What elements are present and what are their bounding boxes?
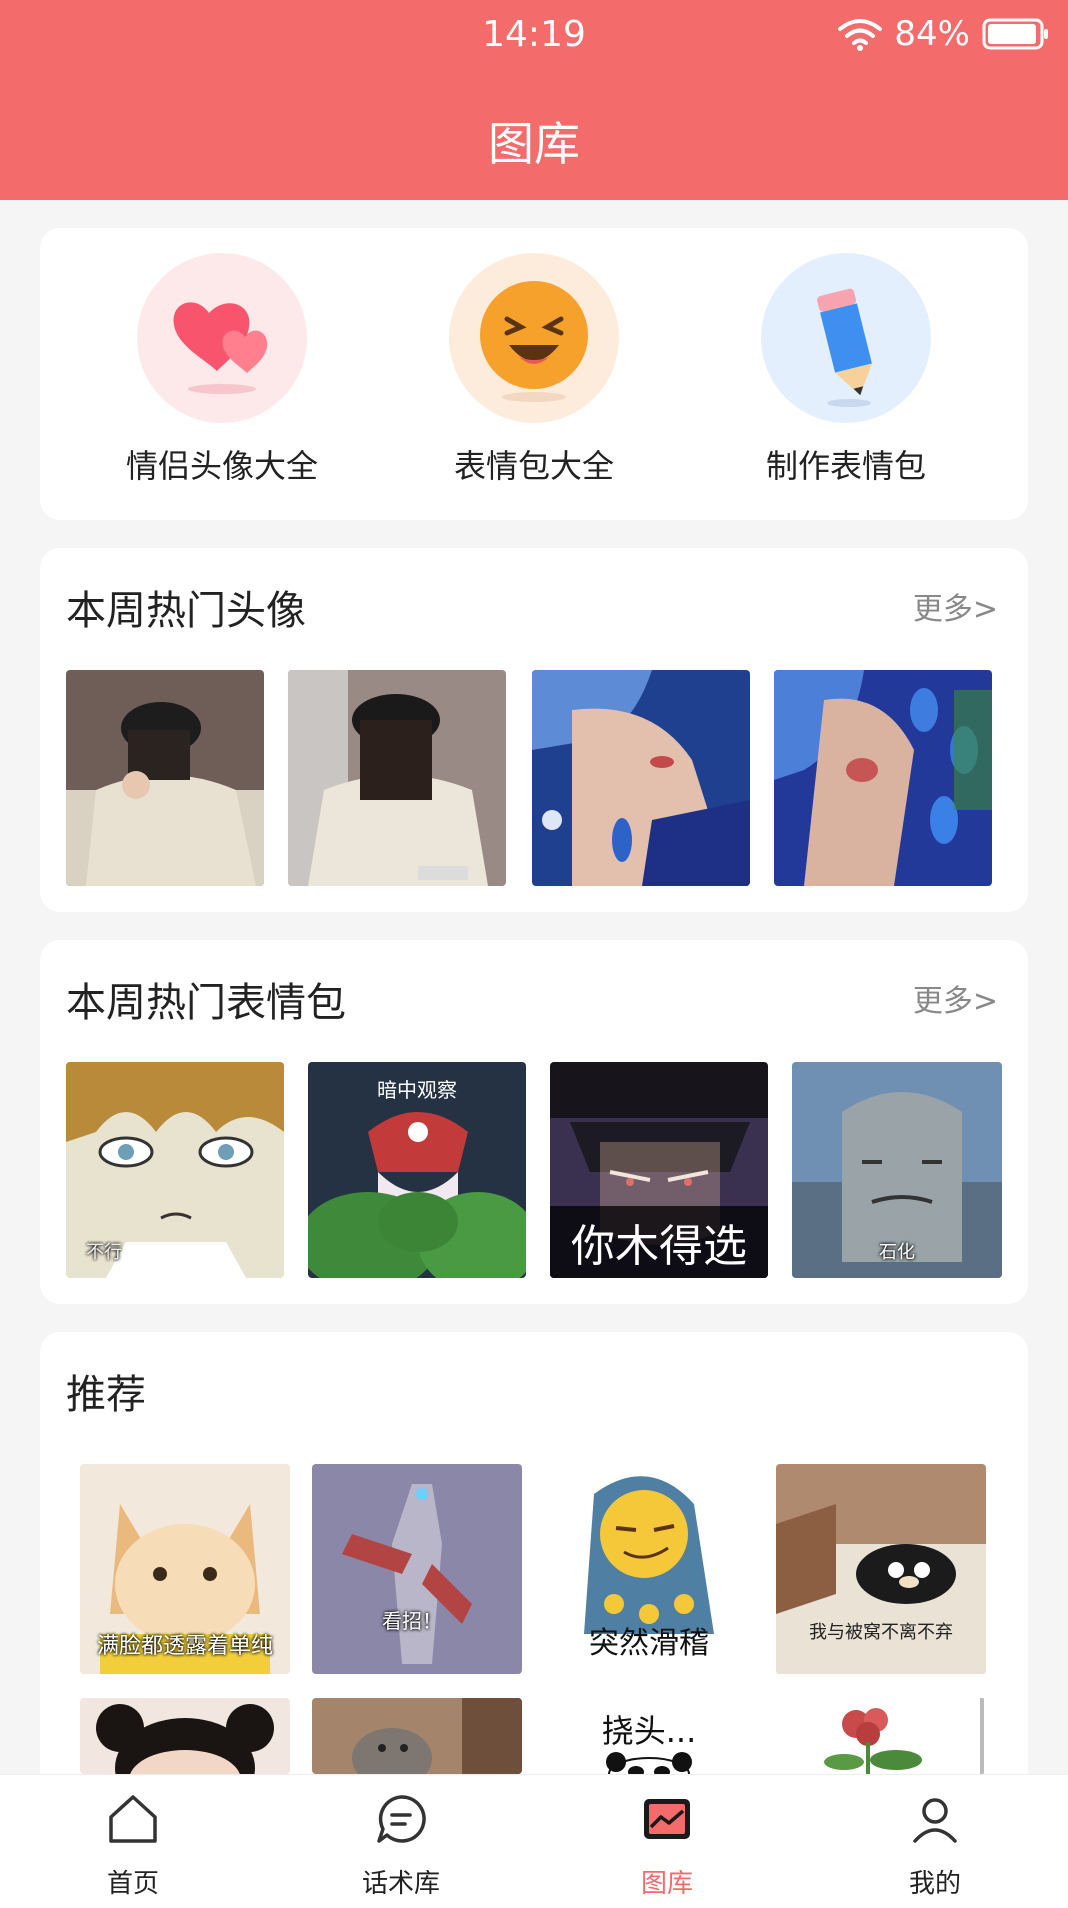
category-card: 情侣头像大全 表情包大全 制作表情包 [40,228,1028,520]
gallery-icon [644,1799,690,1839]
avatar-thumb[interactable] [66,670,264,886]
category-couple-avatars[interactable]: 情侣头像大全 [92,253,352,487]
avatar-image [774,670,992,886]
hearts-icon [137,253,307,423]
sticker-caption: 石化 [879,1242,915,1263]
hot-stickers-section: 本周热门表情包 更多> 不行 暗中观察 你木得选 石化 [40,940,1028,1304]
recommend-caption: 满脸都透露着单纯 [96,1634,273,1659]
status-indicators: 84% [838,14,1050,54]
section-title: 本周热门表情包 [66,980,346,1026]
avatar-image [288,670,506,886]
laughing-emoji-icon [449,253,619,423]
recommend-image [312,1698,522,1774]
recommend-image [80,1698,290,1774]
page-title: 图库 [488,117,580,171]
avatar-image [66,670,264,886]
recommend-caption: 我与被窝不离不弃 [809,1622,953,1643]
recommend-caption: 看招！ [382,1609,442,1633]
tab-profile[interactable]: 我的 [860,1793,1010,1900]
battery-percent: 84% [894,14,970,54]
recommend-thumb[interactable]: 突然滑稽 [544,1464,754,1674]
tab-label: 图库 [640,1869,693,1899]
recommend-image [312,1464,522,1674]
section-title: 推荐 [66,1372,146,1418]
recommend-thumb[interactable] [80,1698,290,1774]
recommend-thumb[interactable] [312,1698,522,1774]
chat-bubble-icon [377,1795,426,1843]
avatar-thumb[interactable] [532,670,750,886]
tab-scripts[interactable]: 话术库 [326,1793,476,1900]
bottom-tab-bar: 首页 话术库 图库 我的 [0,1774,1068,1908]
pencil-icon [761,253,931,423]
recommend-caption: 挠头... [601,1712,697,1750]
section-title: 本周热门头像 [66,588,306,634]
sticker-thumb[interactable]: 石化 [792,1062,1002,1278]
more-link[interactable]: 更多> [913,976,998,1020]
recommend-thumb[interactable]: 看招！ [312,1464,522,1674]
profile-icon [913,1798,957,1843]
recommend-image [824,1698,984,1774]
tab-label: 首页 [106,1869,159,1899]
avatar-thumb[interactable] [288,670,506,886]
avatar-image [532,670,750,886]
tab-label: 话术库 [361,1869,440,1899]
recommend-thumb[interactable]: 满脸都透露着单纯 [80,1464,290,1674]
tab-gallery[interactable]: 图库 [592,1793,742,1900]
hot-avatars-section: 本周热门头像 更多> [40,548,1028,912]
avatar-thumb[interactable] [774,670,992,886]
category-label: 情侣头像大全 [125,447,318,485]
category-label: 制作表情包 [765,447,926,485]
wifi-icon [838,19,883,51]
battery-icon [982,18,1048,50]
home-icon [109,1795,157,1843]
sticker-thumb[interactable]: 不行 [66,1062,284,1278]
sticker-thumb[interactable]: 暗中观察 [308,1062,526,1278]
sticker-caption: 暗中观察 [377,1078,457,1102]
recommend-thumb[interactable]: 挠头... [544,1698,754,1774]
sticker-thumb[interactable]: 你木得选 [550,1062,768,1278]
recommend-thumb[interactable] [776,1698,986,1774]
sticker-caption: 你木得选 [550,1206,768,1278]
tab-label: 我的 [908,1869,961,1899]
category-label: 表情包大全 [453,447,614,485]
panda-icon [606,1752,692,1774]
sticker-caption: 不行 [86,1242,122,1263]
app-header: 14:19 84% 图库 [0,0,1068,200]
recommend-caption: 突然滑稽 [589,1626,709,1661]
more-link[interactable]: 更多> [913,584,998,628]
category-emoji-packs[interactable]: 表情包大全 [404,253,664,487]
category-make-emoji[interactable]: 制作表情包 [716,253,976,487]
recommend-thumb[interactable]: 我与被窝不离不弃 [776,1464,986,1674]
tab-home[interactable]: 首页 [58,1793,208,1900]
